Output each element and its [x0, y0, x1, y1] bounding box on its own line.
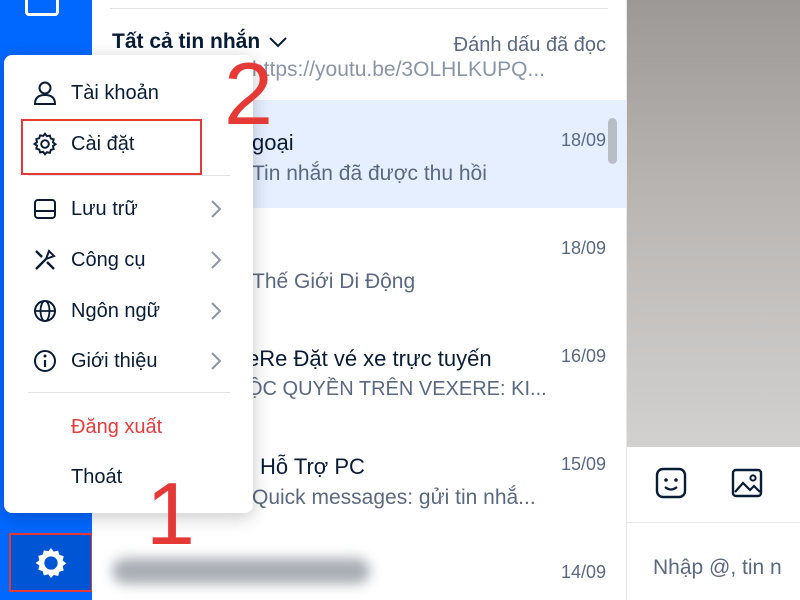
message-preview: Tin nhắn đã được thu hồi [252, 162, 487, 185]
settings-menu: Tài khoản Cài đặt Lưu trữ Công cụ Ngôn n… [4, 55, 253, 513]
chat-background [627, 0, 800, 447]
message-preview: ỘC QUYỀN TRÊN VEXERE: KI... [247, 378, 547, 400]
highlight-box [21, 119, 202, 175]
sticker-icon[interactable] [653, 465, 689, 501]
scrollbar[interactable] [608, 118, 617, 164]
chat-toolbar [627, 447, 800, 523]
menu-item-storage[interactable]: Lưu trữ [4, 186, 253, 232]
chat-pane: Nhập @, tin n [627, 0, 800, 600]
menu-item-language[interactable]: Ngôn ngữ [4, 288, 253, 334]
chevron-right-icon [211, 200, 222, 218]
message-time: 16/09 [560, 346, 606, 366]
tools-icon [35, 249, 56, 270]
message-preview: Quick messages: gửi tin nhắ... [252, 486, 536, 509]
storage-icon [34, 199, 56, 219]
message-time: 18/09 [560, 238, 606, 258]
callout-number-2: 2 [224, 44, 273, 143]
message-preview: Thế Giới Di Động [252, 270, 416, 293]
info-icon [34, 350, 56, 372]
divider [28, 392, 230, 393]
gear-icon [35, 547, 67, 578]
menu-item-label: Tài khoản [71, 81, 159, 104]
conversation-name: Hỗ Trợ PC [260, 454, 365, 479]
menu-item-quit[interactable]: Thoát [4, 454, 253, 500]
chevron-right-icon [211, 352, 222, 370]
menu-item-logout[interactable]: Đăng xuất [4, 404, 253, 450]
menu-item-label: Giới thiệu [71, 349, 158, 372]
message-time: 15/09 [560, 454, 606, 474]
globe-icon [34, 300, 56, 322]
menu-item-about[interactable]: Giới thiệu [4, 338, 253, 384]
settings-button[interactable] [9, 533, 93, 592]
menu-item-tools[interactable]: Công cụ [4, 237, 253, 283]
menu-item-label: Lưu trữ [71, 197, 138, 220]
message-time: 18/09 [560, 130, 606, 150]
menu-item-label: Đăng xuất [71, 415, 163, 438]
callout-number-1: 1 [146, 464, 195, 563]
chevron-right-icon [211, 251, 222, 269]
conversation-name: eRe Đặt vé xe trực tuyến [247, 346, 492, 371]
menu-item-label: Ngôn ngữ [71, 299, 161, 322]
menu-item-label: Công cụ [71, 248, 146, 271]
message-preview: https://youtu.be/3OLHLKUPQ... [252, 58, 545, 81]
chevron-right-icon [211, 302, 222, 320]
message-input[interactable]: Nhập @, tin n [653, 556, 782, 580]
user-icon [33, 81, 57, 105]
divider [110, 8, 608, 9]
contacts-icon[interactable] [25, 0, 59, 16]
menu-item-label: Thoát [71, 465, 123, 488]
menu-item-account[interactable]: Tài khoản [4, 70, 253, 116]
message-time: 14/09 [560, 562, 606, 582]
image-icon[interactable] [729, 465, 765, 501]
divider [28, 175, 230, 176]
mark-as-read-link[interactable]: Đánh dấu đã đọc [454, 34, 606, 57]
